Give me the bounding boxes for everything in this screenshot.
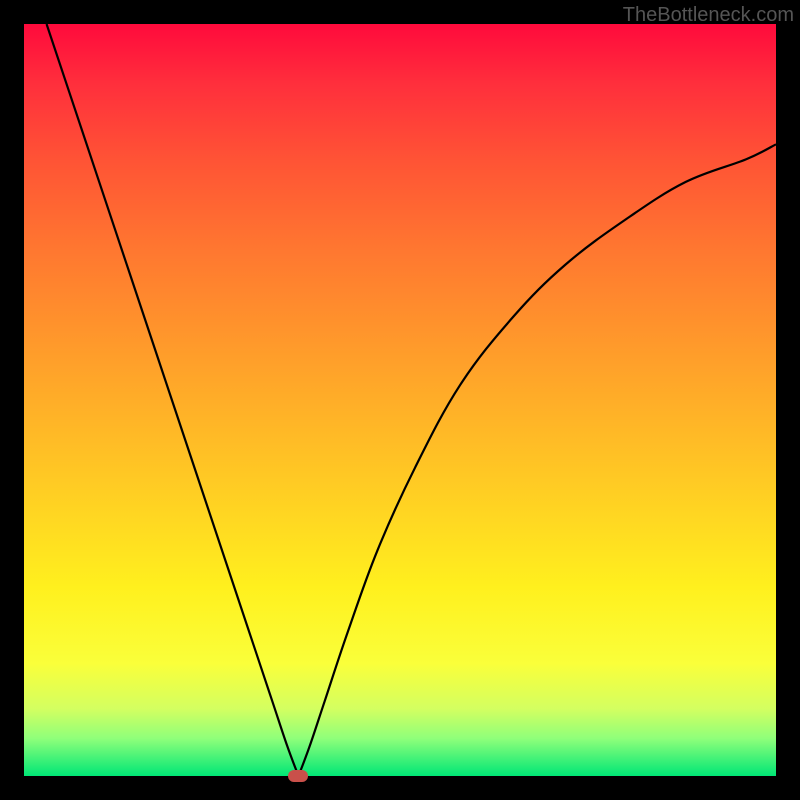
- plot-area: [24, 24, 776, 776]
- minimum-marker: [288, 770, 308, 782]
- watermark-text: TheBottleneck.com: [623, 4, 794, 27]
- curve-svg: [24, 24, 776, 776]
- curve-left: [47, 24, 299, 776]
- curve-right: [298, 144, 776, 776]
